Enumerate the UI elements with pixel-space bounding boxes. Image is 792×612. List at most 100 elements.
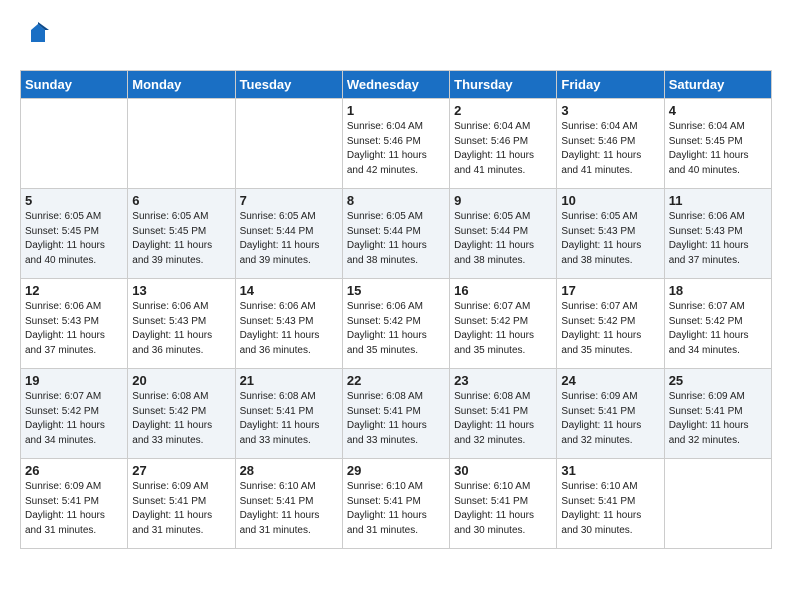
calendar-cell: 18 Sunrise: 6:07 AM Sunset: 5:42 PM Dayli… bbox=[664, 279, 771, 369]
calendar-cell: 12 Sunrise: 6:06 AM Sunset: 5:43 PM Dayli… bbox=[21, 279, 128, 369]
calendar-cell: 5 Sunrise: 6:05 AM Sunset: 5:45 PM Daylig… bbox=[21, 189, 128, 279]
calendar-cell: 16 Sunrise: 6:07 AM Sunset: 5:42 PM Dayli… bbox=[450, 279, 557, 369]
day-number: 5 bbox=[25, 193, 123, 208]
calendar-cell: 14 Sunrise: 6:06 AM Sunset: 5:43 PM Dayli… bbox=[235, 279, 342, 369]
cell-info: Sunrise: 6:05 AM Sunset: 5:45 PM Dayligh… bbox=[132, 210, 230, 268]
calendar-cell: 17 Sunrise: 6:07 AM Sunset: 5:42 PM Dayli… bbox=[557, 279, 664, 369]
calendar-cell: 26 Sunrise: 6:09 AM Sunset: 5:41 PM Dayli… bbox=[21, 459, 128, 549]
day-number: 26 bbox=[25, 463, 123, 478]
cell-info: Sunrise: 6:08 AM Sunset: 5:41 PM Dayligh… bbox=[347, 390, 445, 448]
weekday-header: Sunday bbox=[21, 71, 128, 99]
cell-info: Sunrise: 6:09 AM Sunset: 5:41 PM Dayligh… bbox=[561, 390, 659, 448]
cell-info: Sunrise: 6:05 AM Sunset: 5:45 PM Dayligh… bbox=[25, 210, 123, 268]
day-number: 31 bbox=[561, 463, 659, 478]
day-number: 7 bbox=[240, 193, 338, 208]
cell-info: Sunrise: 6:08 AM Sunset: 5:42 PM Dayligh… bbox=[132, 390, 230, 448]
cell-info: Sunrise: 6:07 AM Sunset: 5:42 PM Dayligh… bbox=[454, 300, 552, 358]
cell-info: Sunrise: 6:05 AM Sunset: 5:43 PM Dayligh… bbox=[561, 210, 659, 268]
calendar-cell: 8 Sunrise: 6:05 AM Sunset: 5:44 PM Daylig… bbox=[342, 189, 449, 279]
calendar-cell bbox=[21, 99, 128, 189]
calendar-cell bbox=[235, 99, 342, 189]
day-number: 14 bbox=[240, 283, 338, 298]
day-number: 25 bbox=[669, 373, 767, 388]
calendar-cell: 29 Sunrise: 6:10 AM Sunset: 5:41 PM Dayli… bbox=[342, 459, 449, 549]
calendar-cell: 15 Sunrise: 6:06 AM Sunset: 5:42 PM Dayli… bbox=[342, 279, 449, 369]
cell-info: Sunrise: 6:09 AM Sunset: 5:41 PM Dayligh… bbox=[132, 480, 230, 538]
calendar-cell: 27 Sunrise: 6:09 AM Sunset: 5:41 PM Dayli… bbox=[128, 459, 235, 549]
cell-info: Sunrise: 6:10 AM Sunset: 5:41 PM Dayligh… bbox=[561, 480, 659, 538]
day-number: 8 bbox=[347, 193, 445, 208]
day-number: 17 bbox=[561, 283, 659, 298]
day-number: 29 bbox=[347, 463, 445, 478]
calendar-cell: 4 Sunrise: 6:04 AM Sunset: 5:45 PM Daylig… bbox=[664, 99, 771, 189]
calendar-cell bbox=[664, 459, 771, 549]
calendar-cell: 28 Sunrise: 6:10 AM Sunset: 5:41 PM Dayli… bbox=[235, 459, 342, 549]
calendar-cell: 9 Sunrise: 6:05 AM Sunset: 5:44 PM Daylig… bbox=[450, 189, 557, 279]
day-number: 27 bbox=[132, 463, 230, 478]
day-number: 16 bbox=[454, 283, 552, 298]
day-number: 18 bbox=[669, 283, 767, 298]
day-number: 30 bbox=[454, 463, 552, 478]
cell-info: Sunrise: 6:05 AM Sunset: 5:44 PM Dayligh… bbox=[347, 210, 445, 268]
day-number: 15 bbox=[347, 283, 445, 298]
cell-info: Sunrise: 6:09 AM Sunset: 5:41 PM Dayligh… bbox=[669, 390, 767, 448]
cell-info: Sunrise: 6:07 AM Sunset: 5:42 PM Dayligh… bbox=[561, 300, 659, 358]
calendar-cell: 6 Sunrise: 6:05 AM Sunset: 5:45 PM Daylig… bbox=[128, 189, 235, 279]
cell-info: Sunrise: 6:06 AM Sunset: 5:43 PM Dayligh… bbox=[132, 300, 230, 358]
calendar-cell: 3Sunrise: 6:04 AM Sunset: 5:46 PM Daylig… bbox=[557, 99, 664, 189]
cell-info: Sunrise: 6:10 AM Sunset: 5:41 PM Dayligh… bbox=[454, 480, 552, 538]
weekday-header: Wednesday bbox=[342, 71, 449, 99]
day-number: 3 bbox=[561, 103, 659, 118]
day-number: 21 bbox=[240, 373, 338, 388]
cell-info: Sunrise: 6:06 AM Sunset: 5:42 PM Dayligh… bbox=[347, 300, 445, 358]
cell-info: Sunrise: 6:08 AM Sunset: 5:41 PM Dayligh… bbox=[240, 390, 338, 448]
weekday-header: Tuesday bbox=[235, 71, 342, 99]
weekday-header: Monday bbox=[128, 71, 235, 99]
cell-info: Sunrise: 6:07 AM Sunset: 5:42 PM Dayligh… bbox=[25, 390, 123, 448]
calendar-cell: 24 Sunrise: 6:09 AM Sunset: 5:41 PM Dayli… bbox=[557, 369, 664, 459]
calendar-cell: 19 Sunrise: 6:07 AM Sunset: 5:42 PM Dayli… bbox=[21, 369, 128, 459]
cell-info: Sunrise: 6:09 AM Sunset: 5:41 PM Dayligh… bbox=[25, 480, 123, 538]
calendar-cell: 7 Sunrise: 6:05 AM Sunset: 5:44 PM Daylig… bbox=[235, 189, 342, 279]
day-number: 28 bbox=[240, 463, 338, 478]
cell-info: Sunrise: 6:07 AM Sunset: 5:42 PM Dayligh… bbox=[669, 300, 767, 358]
day-number: 22 bbox=[347, 373, 445, 388]
day-number: 24 bbox=[561, 373, 659, 388]
day-number: 6 bbox=[132, 193, 230, 208]
cell-info: Sunrise: 6:05 AM Sunset: 5:44 PM Dayligh… bbox=[454, 210, 552, 268]
page-header bbox=[20, 20, 772, 54]
calendar-header: SundayMondayTuesdayWednesdayThursdayFrid… bbox=[21, 71, 772, 99]
cell-info: Sunrise: 6:06 AM Sunset: 5:43 PM Dayligh… bbox=[25, 300, 123, 358]
weekday-header: Saturday bbox=[664, 71, 771, 99]
cell-info: Sunrise: 6:04 AM Sunset: 5:45 PM Dayligh… bbox=[669, 120, 767, 178]
day-number: 20 bbox=[132, 373, 230, 388]
day-number: 11 bbox=[669, 193, 767, 208]
cell-info: Sunrise: 6:06 AM Sunset: 5:43 PM Dayligh… bbox=[669, 210, 767, 268]
calendar-cell: 2 Sunrise: 6:04 AM Sunset: 5:46 PM Daylig… bbox=[450, 99, 557, 189]
logo-icon bbox=[23, 20, 53, 50]
day-number: 12 bbox=[25, 283, 123, 298]
calendar-cell: 30 Sunrise: 6:10 AM Sunset: 5:41 PM Dayli… bbox=[450, 459, 557, 549]
day-number: 1 bbox=[347, 103, 445, 118]
calendar-table: SundayMondayTuesdayWednesdayThursdayFrid… bbox=[20, 70, 772, 549]
calendar-cell: 25 Sunrise: 6:09 AM Sunset: 5:41 PM Dayli… bbox=[664, 369, 771, 459]
calendar-cell: 23Sunrise: 6:08 AM Sunset: 5:41 PM Dayli… bbox=[450, 369, 557, 459]
calendar-cell: 31 Sunrise: 6:10 AM Sunset: 5:41 PM Dayli… bbox=[557, 459, 664, 549]
weekday-header: Thursday bbox=[450, 71, 557, 99]
day-number: 10 bbox=[561, 193, 659, 208]
cell-info: Sunrise: 6:05 AM Sunset: 5:44 PM Dayligh… bbox=[240, 210, 338, 268]
logo bbox=[20, 20, 53, 54]
cell-info: Sunrise: 6:04 AM Sunset: 5:46 PM Dayligh… bbox=[454, 120, 552, 178]
cell-info: Sunrise: 6:10 AM Sunset: 5:41 PM Dayligh… bbox=[347, 480, 445, 538]
cell-info: Sunrise: 6:10 AM Sunset: 5:41 PM Dayligh… bbox=[240, 480, 338, 538]
day-number: 9 bbox=[454, 193, 552, 208]
calendar-cell: 11 Sunrise: 6:06 AM Sunset: 5:43 PM Dayli… bbox=[664, 189, 771, 279]
calendar-cell: 13Sunrise: 6:06 AM Sunset: 5:43 PM Dayli… bbox=[128, 279, 235, 369]
cell-info: Sunrise: 6:06 AM Sunset: 5:43 PM Dayligh… bbox=[240, 300, 338, 358]
day-number: 23 bbox=[454, 373, 552, 388]
calendar-cell bbox=[128, 99, 235, 189]
day-number: 19 bbox=[25, 373, 123, 388]
calendar-cell: 22 Sunrise: 6:08 AM Sunset: 5:41 PM Dayli… bbox=[342, 369, 449, 459]
day-number: 2 bbox=[454, 103, 552, 118]
day-number: 4 bbox=[669, 103, 767, 118]
